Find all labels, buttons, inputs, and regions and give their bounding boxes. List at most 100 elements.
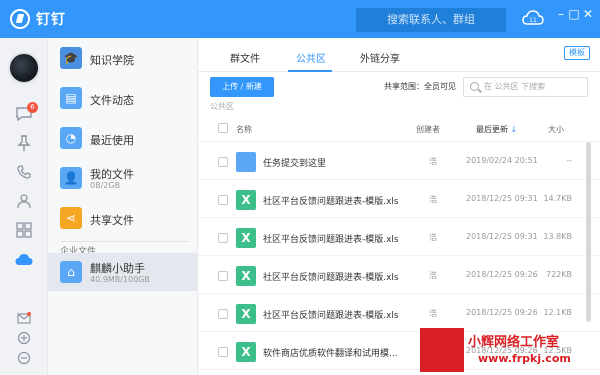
row-checkbox[interactable]	[218, 347, 228, 357]
cloud-disk-icon[interactable]	[14, 250, 34, 270]
nav-item-label: 最近使用	[90, 134, 134, 147]
tab-link-share[interactable]: 外链分享	[360, 50, 400, 65]
home-icon: ⌂	[60, 261, 82, 283]
watermark-logo	[420, 328, 464, 372]
tab-public-area[interactable]: 公共区	[296, 50, 326, 65]
folder-search-placeholder: 在 公共区 下搜索	[484, 82, 546, 91]
file-name: 社区平台反馈问题跟进表-模版.xls	[263, 311, 399, 321]
file-size: --	[566, 156, 572, 165]
column-updated[interactable]: 最后更新 ↓	[476, 124, 517, 135]
app-logo: 钉钉	[10, 9, 66, 29]
app-title: 钉钉	[36, 12, 66, 28]
file-creator: 浩	[429, 195, 437, 204]
watermark-title: 小辉网络工作室	[468, 335, 560, 350]
file-name: 社区平台反馈问题跟进表-模版.xls	[263, 273, 399, 283]
pin-icon[interactable]	[14, 133, 34, 153]
watermark-url: www.frpkj.com	[478, 352, 571, 365]
row-checkbox[interactable]	[218, 195, 228, 205]
nav-item-knowledge[interactable]: 🎓 知识学院	[48, 38, 198, 78]
file-name: 软件商店优质软件翻译和试用模...	[263, 349, 398, 359]
nav-item-label: 我的文件	[90, 168, 134, 181]
sort-down-icon: ↓	[508, 125, 518, 134]
column-name[interactable]: 名称	[236, 124, 252, 135]
cloud-icon[interactable]: 11	[522, 9, 544, 29]
close-icon[interactable]: ✕	[580, 6, 596, 22]
file-name: 社区平台反馈问题跟进表-模版.xls	[263, 235, 399, 245]
share-scope-label: 共享范围：	[384, 82, 424, 91]
unread-badge: 6	[27, 102, 38, 113]
file-date: 2018/12/25 09:26	[466, 308, 538, 317]
title-bar: 钉钉 搜索联系人、群组 11 – □ ✕	[0, 0, 600, 38]
share-scope-value[interactable]: 全员可见	[424, 82, 456, 91]
file-name: 社区平台反馈问题跟进表-模版.xls	[263, 197, 399, 207]
file-date: 2018/12/25 09:31	[466, 194, 538, 203]
file-size: 14.7KB	[543, 194, 572, 203]
file-size: 12.1KB	[543, 308, 572, 317]
file-creator: 浩	[429, 233, 437, 242]
nav-item-my-files[interactable]: 👤 我的文件 0B/2GB	[48, 158, 198, 198]
nav-item-label: 文件动态	[90, 94, 134, 107]
excel-file-icon: X	[236, 190, 256, 210]
row-checkbox[interactable]	[218, 157, 228, 167]
table-row[interactable]: X 社区平台反馈问题跟进表-模版.xls 浩 2018/12/25 09:26 …	[198, 257, 600, 294]
avatar[interactable]	[8, 52, 40, 84]
file-date: 2018/12/25 09:26	[466, 270, 538, 279]
left-rail: 6	[0, 38, 48, 375]
scrollbar[interactable]	[586, 142, 591, 322]
nav-item-recent[interactable]: ◔ 最近使用	[48, 118, 198, 158]
tab-bar: 群文件 公共区 外链分享 模板	[198, 38, 600, 72]
table-row[interactable]: X 社区平台反馈问题跟进表-模版.xls 浩 2018/12/25 09:31 …	[198, 219, 600, 256]
nav-item-label: 麒麟小助手	[90, 262, 145, 275]
nav-item-quota: 0B/2GB	[90, 181, 121, 190]
column-updated-label: 最后更新	[476, 125, 508, 134]
file-size: 722KB	[545, 270, 572, 279]
share-scope: 共享范围：全员可见	[384, 81, 456, 92]
file-creator: 浩	[429, 157, 437, 166]
graduation-cap-icon: 🎓	[60, 47, 82, 69]
file-date: 2019/02/24 20:51	[466, 156, 538, 165]
table-row[interactable]: X 社区平台反馈问题跟进表-模版.xls 浩 2018/12/25 09:26 …	[198, 295, 600, 332]
search-icon	[470, 82, 479, 91]
upload-new-button[interactable]: 上传 / 新建	[210, 77, 274, 97]
column-creator[interactable]: 创建者	[416, 124, 440, 135]
table-row[interactable]: X 社区平台反馈问题跟进表-模版.xls 浩 2018/12/25 09:31 …	[198, 181, 600, 218]
nav-item-label: 知识学院	[90, 54, 134, 67]
table-row[interactable]: 任务提交到这里 浩 2019/02/24 20:51 --	[198, 143, 600, 180]
file-creator: 浩	[429, 309, 437, 318]
nav-item-file-activity[interactable]: ▤ 文件动态	[48, 78, 198, 118]
breadcrumb[interactable]: 公共区	[210, 101, 234, 112]
clock-icon: ◔	[60, 127, 82, 149]
svg-text:11: 11	[529, 17, 537, 24]
nav-item-shared[interactable]: ⋖ 共享文件	[48, 198, 198, 238]
nav-item-enterprise[interactable]: ⌂ 麒麟小助手 40.9MB/100GB	[48, 253, 198, 291]
more-icon[interactable]	[14, 348, 34, 368]
folder-search-input[interactable]: 在 公共区 下搜索	[463, 77, 588, 97]
workbench-icon[interactable]	[14, 220, 34, 240]
row-checkbox[interactable]	[218, 309, 228, 319]
excel-file-icon: X	[236, 342, 256, 362]
phone-icon[interactable]	[14, 162, 34, 182]
file-nav: 🎓 知识学院 ▤ 文件动态 ◔ 最近使用 👤 我的文件 0B/2GB ⋖ 共享文…	[48, 38, 198, 375]
file-date: 2018/12/25 09:31	[466, 232, 538, 241]
share-icon: ⋖	[60, 207, 82, 229]
row-checkbox[interactable]	[218, 233, 228, 243]
file-size: 13.8KB	[543, 232, 572, 241]
select-all-checkbox[interactable]	[218, 123, 228, 133]
file-name: 任务提交到这里	[263, 159, 327, 169]
nav-item-quota: 40.9MB/100GB	[90, 275, 150, 284]
nav-item-label: 共享文件	[90, 214, 134, 227]
row-checkbox[interactable]	[218, 271, 228, 281]
contacts-icon[interactable]	[14, 191, 34, 211]
excel-file-icon: X	[236, 266, 256, 286]
tab-group-files[interactable]: 群文件	[230, 50, 260, 65]
column-size[interactable]: 大小	[548, 124, 564, 135]
add-icon[interactable]	[14, 328, 34, 348]
table-header: 名称 创建者 最后更新 ↓ 大小	[198, 114, 600, 142]
user-icon: 👤	[60, 167, 82, 189]
mail-icon[interactable]	[14, 308, 34, 328]
file-creator: 浩	[429, 271, 437, 280]
global-search-input[interactable]: 搜索联系人、群组	[356, 8, 506, 32]
excel-file-icon: X	[236, 228, 256, 248]
template-button[interactable]: 模板	[564, 46, 590, 60]
main-panel: 群文件 公共区 外链分享 模板 上传 / 新建 共享范围：全员可见 在 公共区 …	[198, 38, 600, 375]
